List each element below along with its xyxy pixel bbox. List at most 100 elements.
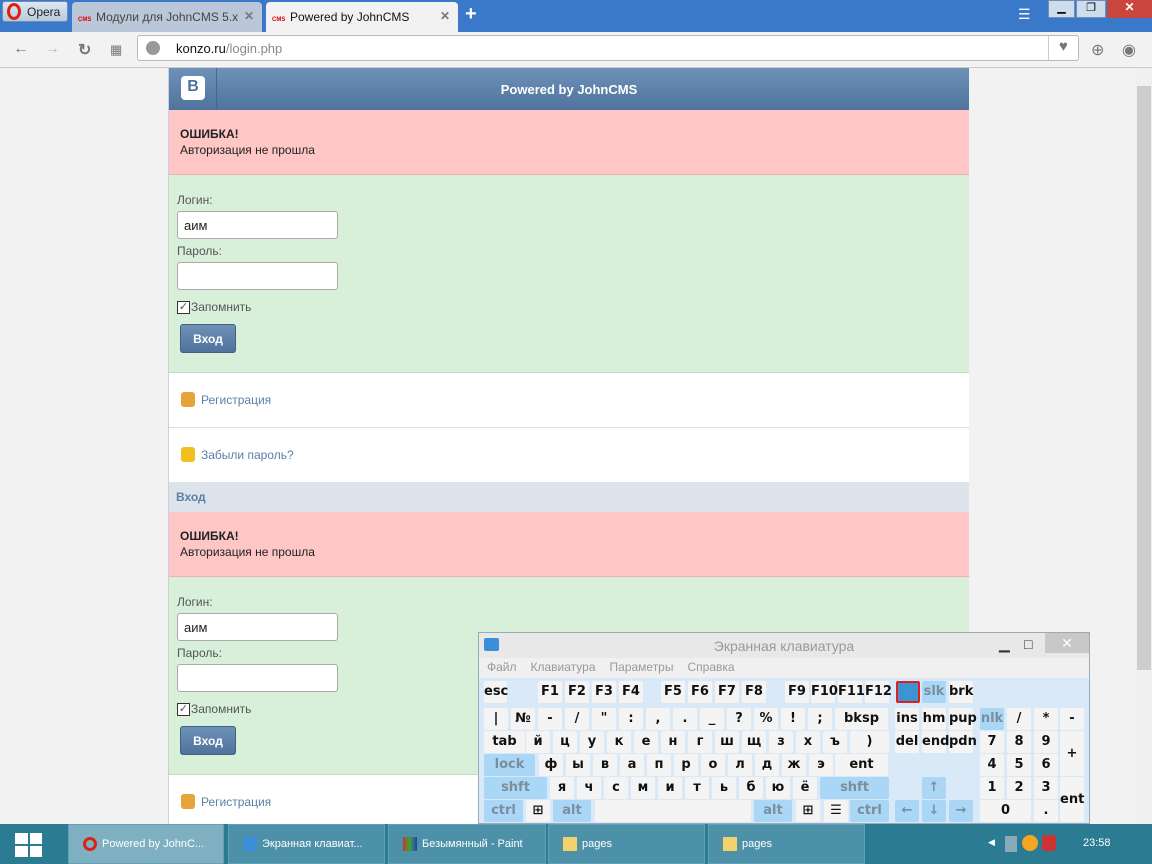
key[interactable]: ☰: [824, 800, 848, 822]
key[interactable]: ": [592, 708, 616, 730]
address-bar[interactable]: konzo.ru/login.php ♥: [137, 35, 1079, 61]
key[interactable]: _: [700, 708, 724, 730]
key[interactable]: -: [538, 708, 562, 730]
key[interactable]: ю: [766, 777, 790, 799]
key[interactable]: ц: [553, 731, 577, 753]
key[interactable]: т: [685, 777, 709, 799]
key[interactable]: -: [1060, 708, 1084, 730]
key[interactable]: у: [580, 731, 604, 753]
key[interactable]: [595, 800, 751, 822]
menu-parameters[interactable]: Параметры: [610, 660, 674, 674]
key[interactable]: ф: [539, 754, 563, 776]
key[interactable]: F5: [661, 681, 685, 703]
key[interactable]: ж: [782, 754, 806, 776]
remember-checkbox[interactable]: ✓: [177, 702, 190, 716]
menu-keyboard[interactable]: Клавиатура: [531, 660, 596, 674]
account-icon[interactable]: ◉: [1122, 40, 1136, 60]
key[interactable]: F1: [538, 681, 562, 703]
key[interactable]: brk: [949, 681, 973, 703]
key[interactable]: F4: [619, 681, 643, 703]
key[interactable]: ctrl: [850, 800, 889, 822]
key[interactable]: г: [688, 731, 712, 753]
key[interactable]: й: [526, 731, 550, 753]
key[interactable]: shft: [484, 777, 547, 799]
download-icon[interactable]: ⊕: [1091, 40, 1104, 60]
key[interactable]: bksp: [835, 708, 888, 730]
login-input[interactable]: [177, 211, 338, 239]
key[interactable]: alt: [754, 800, 792, 822]
key[interactable]: ←: [895, 800, 919, 822]
key[interactable]: F7: [715, 681, 739, 703]
key[interactable]: esc: [484, 681, 508, 703]
reload-icon[interactable]: ↻: [78, 40, 91, 60]
key[interactable]: tab: [484, 731, 525, 753]
key[interactable]: +: [1060, 731, 1084, 776]
key[interactable]: →: [949, 800, 973, 822]
key[interactable]: ;: [808, 708, 832, 730]
network-icon[interactable]: [1005, 836, 1017, 852]
key[interactable]: э: [809, 754, 833, 776]
key[interactable]: 6: [1034, 754, 1058, 776]
key[interactable]: 2: [1007, 777, 1031, 799]
key[interactable]: [896, 681, 920, 703]
key[interactable]: .: [1034, 800, 1058, 822]
close-tab-icon[interactable]: ✕: [440, 9, 450, 23]
back-icon[interactable]: ←: [13, 40, 29, 58]
osk-minimize-button[interactable]: ▁: [999, 636, 1010, 653]
password-input[interactable]: [177, 262, 338, 290]
tray-expand-icon[interactable]: ◀: [988, 837, 995, 848]
minimize-button[interactable]: ▁: [1048, 0, 1075, 18]
speed-dial-icon[interactable]: ▦: [110, 42, 122, 58]
key[interactable]: а: [620, 754, 644, 776]
taskbar-item-pages[interactable]: pages: [548, 824, 705, 864]
bookmark-heart-icon[interactable]: ♥: [1048, 36, 1078, 60]
key[interactable]: и: [658, 777, 682, 799]
taskbar-item-opera[interactable]: Powered by JohnC...: [68, 824, 224, 864]
osk-maximize-button[interactable]: □: [1024, 636, 1032, 652]
key[interactable]: 4: [980, 754, 1004, 776]
maximize-button[interactable]: ❐: [1076, 0, 1106, 18]
osk-titlebar[interactable]: Экранная клавиатура ▁ □ ✕: [479, 633, 1089, 658]
close-tab-icon[interactable]: ✕: [244, 9, 254, 23]
key[interactable]: в: [593, 754, 617, 776]
key[interactable]: %: [754, 708, 778, 730]
tab-menu-icon[interactable]: ☰: [1018, 6, 1031, 23]
remember-checkbox[interactable]: ✓: [177, 300, 190, 314]
key[interactable]: ы: [566, 754, 590, 776]
key[interactable]: pup: [949, 708, 977, 730]
register-link[interactable]: Регистрация: [201, 795, 271, 809]
key[interactable]: 0: [980, 800, 1031, 822]
key[interactable]: 5: [1007, 754, 1031, 776]
key[interactable]: F2: [565, 681, 589, 703]
key[interactable]: F10: [811, 681, 838, 703]
key[interactable]: lock: [484, 754, 535, 776]
key[interactable]: F12: [865, 681, 892, 703]
key[interactable]: hm: [922, 708, 946, 730]
password-input[interactable]: [177, 664, 338, 692]
key[interactable]: slk: [922, 681, 946, 703]
taskbar-item-paint[interactable]: Безымянный - Paint: [388, 824, 546, 864]
key[interactable]: е: [634, 731, 658, 753]
key[interactable]: shft: [820, 777, 889, 799]
login-submit-button[interactable]: Вход: [180, 726, 236, 755]
key[interactable]: о: [701, 754, 725, 776]
key[interactable]: р: [674, 754, 698, 776]
key[interactable]: ⊞: [796, 800, 820, 822]
key[interactable]: ): [850, 731, 889, 753]
key[interactable]: б: [739, 777, 763, 799]
login-submit-button[interactable]: Вход: [180, 324, 236, 353]
key[interactable]: ⊞: [526, 800, 550, 822]
key[interactable]: ↑: [922, 777, 946, 799]
key[interactable]: м: [631, 777, 655, 799]
register-row[interactable]: Регистрация: [169, 373, 969, 428]
tab-modules[interactable]: CMS Модули для JohnCMS 5.x ✕: [72, 2, 262, 32]
key[interactable]: с: [604, 777, 628, 799]
key[interactable]: F3: [592, 681, 616, 703]
key[interactable]: F9: [785, 681, 809, 703]
key[interactable]: pdn: [949, 731, 977, 753]
register-link[interactable]: Регистрация: [201, 393, 271, 407]
key[interactable]: 7: [980, 731, 1004, 753]
key[interactable]: |: [484, 708, 508, 730]
key[interactable]: я: [550, 777, 574, 799]
key[interactable]: ins: [895, 708, 919, 730]
